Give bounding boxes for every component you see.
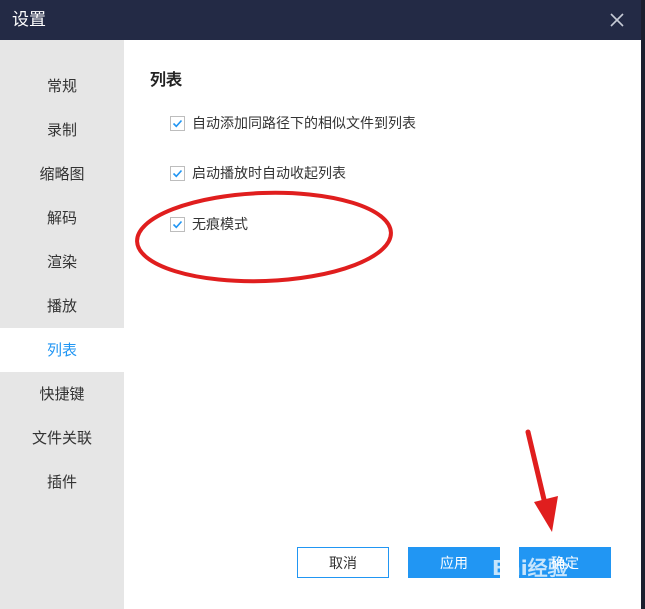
sidebar-item-playback[interactable]: 播放 [0,284,124,328]
close-icon[interactable] [607,10,627,30]
checkbox[interactable] [170,217,185,232]
sidebar-item-decode[interactable]: 解码 [0,196,124,240]
sidebar-item-plugins[interactable]: 插件 [0,460,124,504]
sidebar-item-list[interactable]: 列表 [0,328,124,372]
checkbox[interactable] [170,116,185,131]
apply-button[interactable]: 应用 [408,547,500,578]
ok-button[interactable]: 确定 [519,547,611,578]
sidebar-item-render[interactable]: 渲染 [0,240,124,284]
option-label: 启动播放时自动收起列表 [192,166,346,182]
dialog-title: 设置 [12,10,46,30]
cancel-button[interactable]: 取消 [297,547,389,578]
option-label: 无痕模式 [192,217,248,233]
sidebar-item-record[interactable]: 录制 [0,108,124,152]
settings-dialog: 设置 常规 录制 缩略图 解码 渲染 播放 列表 快捷键 文件关联 插件 列表 … [0,0,641,609]
title-bar: 设置 [0,0,641,40]
checkbox[interactable] [170,166,185,181]
option-label: 自动添加同路径下的相似文件到列表 [192,116,416,132]
sidebar-item-file-association[interactable]: 文件关联 [0,416,124,460]
settings-sidebar: 常规 录制 缩略图 解码 渲染 播放 列表 快捷键 文件关联 插件 [0,40,124,609]
section-title: 列表 [150,70,183,89]
sidebar-item-general[interactable]: 常规 [0,64,124,108]
sidebar-item-shortcuts[interactable]: 快捷键 [0,372,124,416]
sidebar-item-thumbnail[interactable]: 缩略图 [0,152,124,196]
settings-content: 列表 自动添加同路径下的相似文件到列表 启动播放时自动收起列表 无痕模式 [124,40,641,609]
